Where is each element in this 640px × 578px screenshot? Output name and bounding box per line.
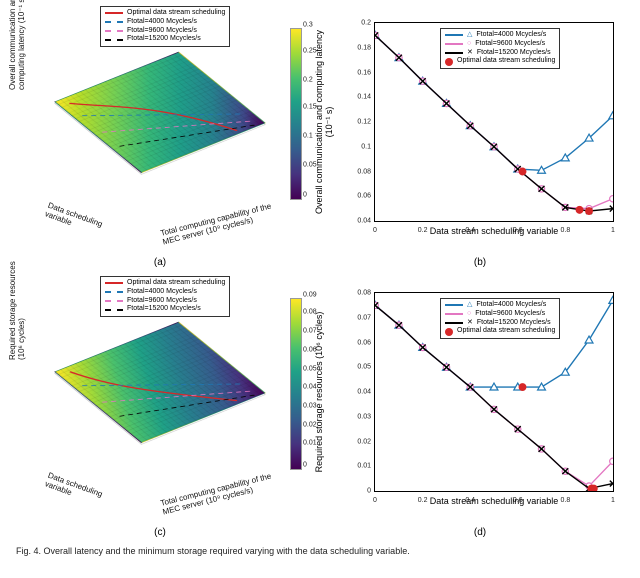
panel-c-zlabel: Required storage resources (10⁶ cycles) (8, 261, 26, 360)
panel-b-sublabel: (b) (320, 255, 640, 268)
panel-c-legend: Optimal data stream scheduling Ftotal=40… (100, 276, 230, 317)
panel-d: 0 0.2 0.4 0.6 0.8 1 0 0.01 0.02 0.03 0.0… (320, 270, 640, 540)
panel-a-colorbar: 0 0.05 0.1 0.15 0.2 0.25 0.3 (290, 28, 302, 200)
panel-c-xlabel: Data scheduling variable (44, 471, 104, 508)
panel-d-legend: △Ftotal=4000 Mcycles/s ○Ftotal=9600 Mcyc… (440, 298, 560, 339)
panel-a-surface (54, 52, 266, 173)
panel-a-sublabel: (a) (0, 255, 320, 268)
panel-c-axes3d: Required storage resources (10⁶ cycles) … (40, 290, 280, 490)
panel-a-zlabel: Overall communication and computing late… (8, 0, 26, 90)
panel-a-xlabel: Data scheduling variable (44, 201, 104, 238)
panel-c: Required storage resources (10⁶ cycles) … (0, 270, 320, 540)
panel-a: Overall communication and computing late… (0, 0, 320, 270)
panel-d-sublabel: (d) (320, 525, 640, 538)
panel-c-surface (54, 322, 266, 443)
panel-a-legend: Optimal data stream scheduling Ftotal=40… (100, 6, 230, 47)
panel-b-xlabel: Data stream scheduling variable (374, 226, 614, 236)
panel-c-sublabel: (c) (0, 525, 320, 538)
panel-d-xlabel: Data stream scheduling variable (374, 496, 614, 506)
panel-b: 0 0.2 0.4 0.6 0.8 1 0.04 0.06 0.08 0.1 0… (320, 0, 640, 270)
panel-c-ylabel: Total computing capability of the MEC se… (160, 471, 275, 516)
panel-c-colorbar: 0 0.01 0.02 0.03 0.04 0.05 0.06 0.07 0.0… (290, 298, 302, 470)
panel-b-ylabel: Overall communication and computing late… (314, 22, 335, 222)
panel-b-legend: △Ftotal=4000 Mcycles/s ○Ftotal=9600 Mcyc… (440, 28, 560, 69)
panel-d-ylabel: Required storage resources (10⁶ cycles) (314, 292, 324, 492)
panel-a-axes3d: Overall communication and computing late… (40, 20, 280, 220)
panel-a-ylabel: Total computing capability of the MEC se… (160, 201, 275, 246)
figure-4: Overall communication and computing late… (0, 0, 640, 578)
figure-caption: Fig. 4. Overall latency and the minimum … (0, 540, 640, 578)
